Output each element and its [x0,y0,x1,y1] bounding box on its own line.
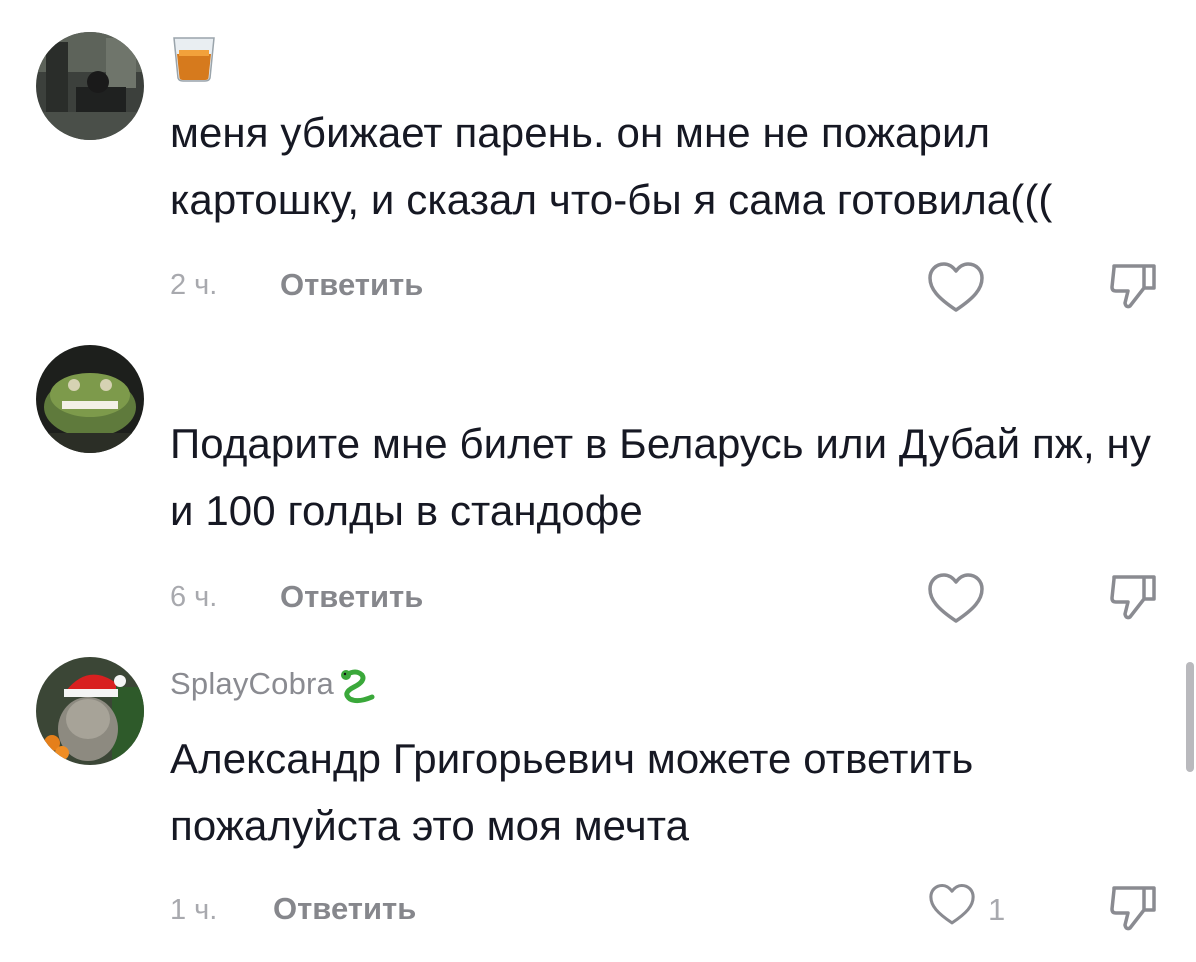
reply-button[interactable]: Ответить [273,891,416,927]
like-count: 1 [988,892,1006,927]
avatar[interactable] [36,32,144,140]
reply-button[interactable]: Ответить [280,267,423,303]
heart-icon[interactable] [924,569,988,629]
comment-time: 1 ч. [170,894,218,926]
heart-icon[interactable] [924,258,988,318]
comment-text: Подарите мне билет в Беларусь или Дубай … [170,420,1151,534]
comment-text: меня убижает парень. он мне не пожарил к… [170,109,1053,223]
dislike-icon[interactable] [1106,569,1162,625]
heart-icon[interactable] [926,880,978,930]
tumbler-glass-icon [173,37,215,82]
username[interactable]: SplayCobra [170,666,376,705]
scrollbar[interactable] [1186,662,1194,772]
avatar[interactable] [36,345,144,453]
dislike-icon[interactable] [1106,258,1162,314]
username-text: SplayCobra [170,666,334,701]
reply-button[interactable]: Ответить [280,579,423,615]
snake-icon [340,669,375,703]
comment-time: 6 ч. [170,581,218,613]
avatar[interactable] [36,657,144,765]
comment-text: Александр Григорьевич можете ответить по… [170,735,974,849]
dislike-icon[interactable] [1106,880,1162,936]
comment-time: 2 ч. [170,269,218,301]
